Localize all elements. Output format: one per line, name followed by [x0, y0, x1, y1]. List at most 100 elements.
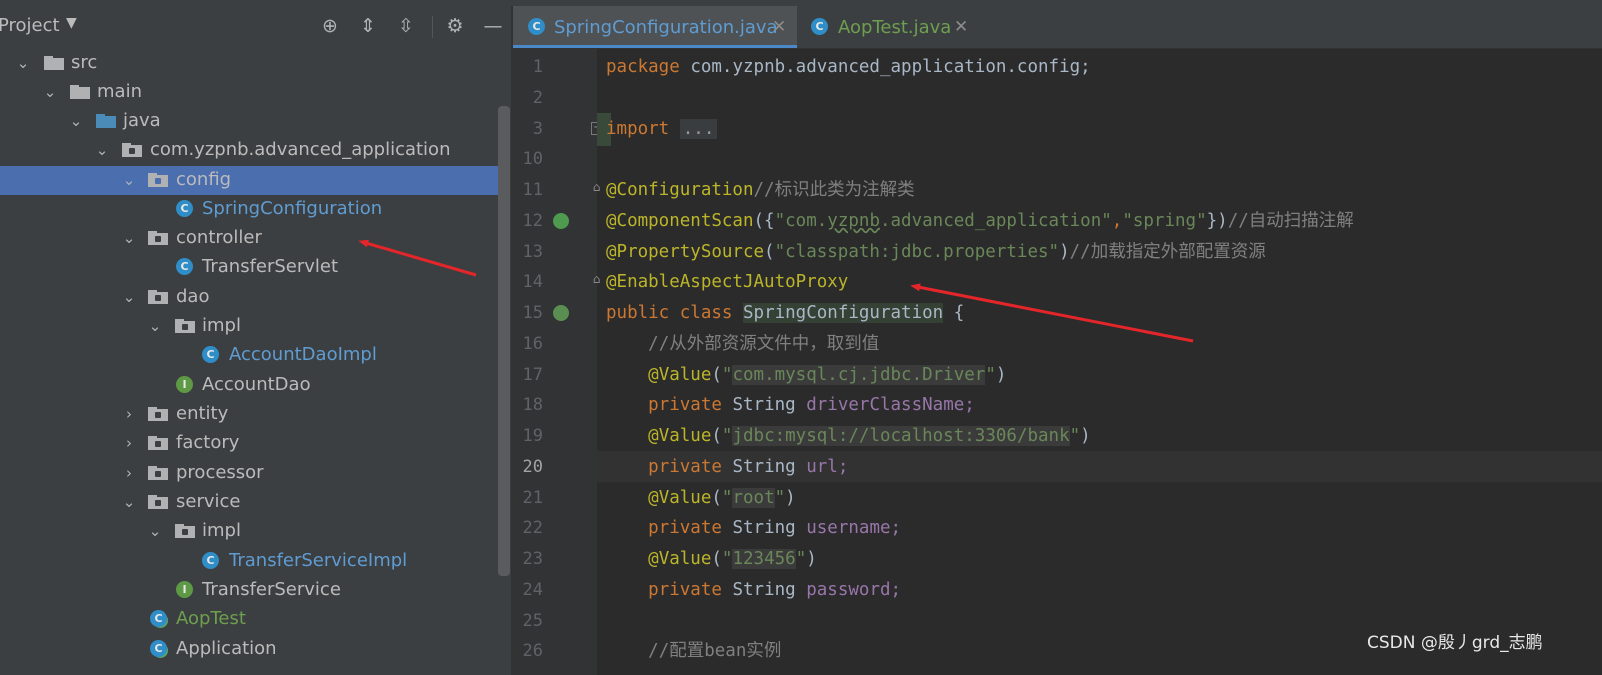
editor-tab-bar: C SpringConfiguration.java ✕ C AopTest.j…	[513, 6, 1602, 49]
tree-item-controller[interactable]: ⌄ controller	[0, 224, 498, 253]
tab-label: AopTest.java	[838, 17, 952, 38]
tree-item-label: factory	[176, 432, 240, 453]
tree-item-java[interactable]: ⌄ java	[0, 107, 498, 136]
code-editor: C SpringConfiguration.java ✕ C AopTest.j…	[513, 6, 1602, 675]
runnable-class-icon: C	[150, 610, 167, 627]
package-icon	[148, 290, 168, 304]
tree-item-aoptest[interactable]: C AopTest	[0, 605, 498, 634]
code-line-18: private String driverClassName;	[648, 395, 975, 415]
tree-item-service-impl[interactable]: ⌄ impl	[0, 517, 498, 546]
tree-item-label: impl	[202, 315, 241, 336]
tree-item-label: main	[97, 81, 142, 102]
code-line-16: //从外部资源文件中，取到值	[648, 334, 880, 354]
tree-item-dao[interactable]: ⌄ dao	[0, 283, 498, 312]
class-icon: C	[202, 552, 219, 569]
chevron-down-icon[interactable]: ⌄	[15, 52, 31, 74]
collapse-all-icon[interactable]: ⇳	[394, 14, 418, 38]
line-number: 16	[522, 334, 543, 354]
tree-item-src[interactable]: ⌄ src	[0, 49, 498, 78]
spring-config-gutter-icon[interactable]	[553, 305, 569, 321]
chevron-down-icon[interactable]: ⌄	[121, 169, 137, 191]
view-dropdown-icon[interactable]: ▼	[66, 15, 77, 31]
chevron-down-icon[interactable]: ⌄	[147, 315, 163, 337]
chevron-down-icon[interactable]: ⌄	[42, 81, 58, 103]
spring-bean-gutter-icon[interactable]	[553, 213, 569, 229]
tree-item-processor[interactable]: › processor	[0, 459, 498, 488]
tab-label: SpringConfiguration.java	[554, 17, 778, 38]
tree-item-label: AccountDaoImpl	[229, 344, 377, 365]
tree-item-label: dao	[176, 286, 210, 307]
chevron-down-icon[interactable]: ⌄	[94, 139, 110, 161]
line-number: 11	[522, 180, 543, 200]
collapsed-imports[interactable]: ...	[679, 119, 718, 139]
line-number: 18	[522, 395, 543, 415]
gear-icon[interactable]: ⚙	[443, 14, 467, 38]
locate-icon[interactable]: ⊕	[318, 14, 342, 38]
code-line-20: private String url;	[648, 457, 849, 477]
tree-item-factory[interactable]: › factory	[0, 429, 498, 458]
tab-aoptest[interactable]: C AopTest.java ✕	[799, 6, 979, 48]
line-number: 12	[522, 211, 543, 231]
class-icon: C	[176, 200, 193, 217]
interface-icon: I	[176, 376, 193, 393]
tree-item-label: Application	[176, 638, 277, 659]
close-icon[interactable]: ✕	[954, 16, 968, 38]
line-number: 25	[522, 611, 543, 631]
tree-item-service[interactable]: ⌄ service	[0, 488, 498, 517]
package-icon	[175, 319, 195, 333]
line-gutter[interactable]: 1 2 3 10 11 12 13 14 15 16 17 18 19 20 2…	[513, 49, 604, 675]
tree-item-accountdaoimpl[interactable]: C AccountDaoImpl	[0, 341, 498, 370]
project-view-title[interactable]: Project	[0, 15, 60, 36]
tree-item-label: service	[176, 491, 241, 512]
code-line-26: //配置bean实例	[648, 641, 782, 661]
tree-item-application[interactable]: C Application	[0, 635, 498, 664]
fold-end-icon[interactable]: ⌂	[591, 273, 602, 285]
line-number-current: 20	[522, 457, 543, 477]
watermark: CSDN @殷丿grd_志鹏	[1367, 633, 1543, 653]
tree-item-accountdao[interactable]: I AccountDao	[0, 371, 498, 400]
chevron-right-icon[interactable]: ›	[121, 403, 137, 425]
class-icon: C	[202, 346, 219, 363]
chevron-down-icon[interactable]: ⌄	[121, 286, 137, 308]
code-line-24: private String password;	[648, 580, 902, 600]
project-panel: Project ▼ ⊕ ⇕ ⇳ ⚙ — ⌄ src ⌄ main ⌄ java …	[0, 6, 513, 675]
chevron-down-icon[interactable]: ⌄	[68, 110, 84, 132]
chevron-down-icon[interactable]: ⌄	[121, 491, 137, 513]
tree-item-dao-impl[interactable]: ⌄ impl	[0, 312, 498, 341]
chevron-right-icon[interactable]: ›	[121, 462, 137, 484]
tree-item-label: java	[123, 110, 161, 131]
line-number: 23	[522, 549, 543, 569]
chevron-down-icon[interactable]: ⌄	[121, 227, 137, 249]
tree-item-transferserviceimpl[interactable]: C TransferServiceImpl	[0, 547, 498, 576]
package-icon	[148, 173, 168, 187]
tree-item-entity[interactable]: › entity	[0, 400, 498, 429]
tree-item-label: controller	[176, 227, 262, 248]
tree-item-root-package[interactable]: ⌄ com.yzpnb.advanced_application	[0, 136, 498, 165]
close-icon[interactable]: ✕	[772, 16, 786, 38]
line-number: 3	[532, 119, 543, 139]
line-number: 21	[522, 488, 543, 508]
chevron-right-icon[interactable]: ›	[121, 432, 137, 454]
tree-item-config[interactable]: ⌄ config	[0, 166, 498, 195]
line-number: 19	[522, 426, 543, 446]
code-line-13: @PropertySource("classpath:jdbc.properti…	[606, 242, 1266, 262]
fold-collapse-icon[interactable]: ⌂	[591, 181, 602, 193]
code-line-23: @Value("123456")	[648, 549, 817, 569]
toolbar-divider	[432, 16, 433, 38]
tree-item-label: processor	[176, 462, 264, 483]
package-icon	[148, 231, 168, 245]
tree-item-label: impl	[202, 520, 241, 541]
tree-scrollbar[interactable]	[498, 106, 510, 576]
tree-item-main[interactable]: ⌄ main	[0, 78, 498, 107]
tree-item-transferservlet[interactable]: C TransferServlet	[0, 253, 498, 282]
minimize-icon[interactable]: —	[481, 14, 505, 38]
tab-springconfiguration[interactable]: C SpringConfiguration.java ✕	[513, 6, 797, 48]
tree-item-springconfiguration[interactable]: C SpringConfiguration	[0, 195, 498, 224]
package-icon	[148, 407, 168, 421]
line-number: 2	[532, 88, 543, 108]
line-number: 10	[522, 149, 543, 169]
chevron-down-icon[interactable]: ⌄	[147, 520, 163, 542]
class-icon: C	[176, 258, 193, 275]
expand-all-icon[interactable]: ⇕	[356, 14, 380, 38]
tree-item-transferservice[interactable]: I TransferService	[0, 576, 498, 605]
